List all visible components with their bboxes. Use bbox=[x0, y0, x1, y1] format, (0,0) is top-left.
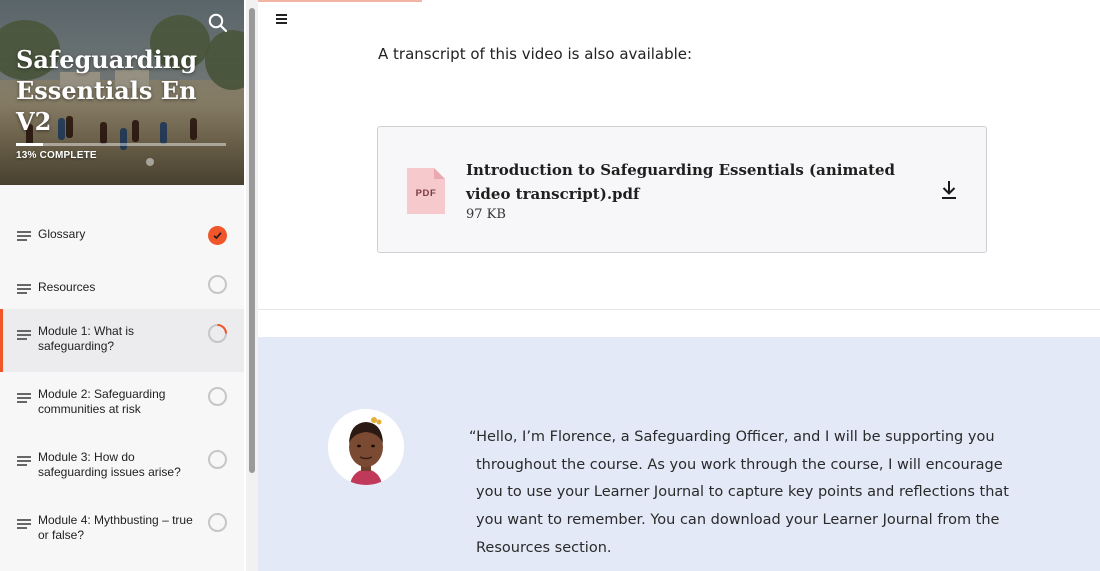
empty-circle-icon bbox=[208, 450, 227, 469]
attachment-card[interactable]: PDF Introduction to Safeguarding Essenti… bbox=[377, 126, 987, 253]
lesson-lines-icon bbox=[17, 393, 31, 403]
empty-circle-icon bbox=[208, 387, 227, 406]
course-progress-fill bbox=[16, 143, 44, 146]
sidebar-item-module-3[interactable]: Module 3: How do safeguarding issues ari… bbox=[0, 435, 244, 498]
download-icon bbox=[942, 181, 956, 199]
check-circle-icon bbox=[208, 226, 227, 245]
sidebar-item-label: Glossary bbox=[38, 227, 86, 241]
sidebar-item-module-2[interactable]: Module 2: Safeguarding communities at ri… bbox=[0, 372, 244, 435]
lesson-lines-icon bbox=[17, 456, 31, 466]
empty-circle-icon bbox=[208, 275, 227, 294]
florence-avatar-image bbox=[328, 409, 404, 485]
lesson-lines-icon bbox=[17, 231, 31, 241]
search-icon bbox=[208, 13, 228, 33]
character-quote-section: “Hello, I’m Florence, a Safeguarding Off… bbox=[258, 337, 1100, 571]
sidebar-item-resources[interactable]: Resources bbox=[0, 261, 244, 309]
course-title: Safeguarding Essentials En V2 bbox=[16, 45, 198, 136]
course-hero-image: Safeguarding Essentials En V2 13% COMPLE… bbox=[0, 0, 244, 185]
lesson-progress-bar bbox=[258, 0, 422, 2]
attachment-file-name: Introduction to Safeguarding Essentials … bbox=[466, 161, 896, 203]
sidebar-item-label: Module 1: What is safeguarding? bbox=[38, 324, 135, 353]
scrollbar-thumb[interactable] bbox=[249, 8, 255, 473]
sidebar-item-module-1[interactable]: Module 1: What is safeguarding? bbox=[0, 309, 244, 372]
avatar bbox=[328, 409, 404, 485]
lesson-list: Glossary Resources Module 1: What is saf… bbox=[0, 208, 244, 561]
lesson-content: A transcript of this video is also avail… bbox=[258, 0, 1100, 571]
course-progress-bar bbox=[16, 143, 226, 146]
sidebar-item-label: Module 4: Mythbusting – true or false? bbox=[38, 513, 193, 542]
pdf-badge: PDF bbox=[416, 188, 437, 199]
empty-circle-icon bbox=[208, 513, 227, 532]
attachment-file-size: 97 KB bbox=[466, 207, 506, 222]
sidebar-item-glossary[interactable]: Glossary bbox=[0, 208, 244, 261]
partial-circle-icon bbox=[208, 324, 227, 343]
sidebar-item-label: Module 3: How do safeguarding issues ari… bbox=[38, 450, 181, 479]
florence-quote-text: “Hello, I’m Florence, a Safeguarding Off… bbox=[469, 429, 1009, 556]
sidebar-item-label: Module 2: Safeguarding communities at ri… bbox=[38, 387, 166, 416]
sidebar-item-label: Resources bbox=[38, 280, 96, 294]
menu-button[interactable] bbox=[276, 13, 288, 25]
course-sidebar: Safeguarding Essentials En V2 13% COMPLE… bbox=[0, 0, 244, 571]
pdf-file-icon: PDF bbox=[407, 168, 445, 214]
sidebar-item-module-4[interactable]: Module 4: Mythbusting – true or false? bbox=[0, 498, 244, 561]
course-progress-label: 13% COMPLETE bbox=[16, 150, 97, 161]
lesson-lines-icon bbox=[17, 284, 31, 294]
download-button[interactable] bbox=[940, 180, 958, 200]
lesson-lines-icon bbox=[17, 330, 31, 340]
search-button[interactable] bbox=[207, 12, 229, 34]
section-divider bbox=[258, 309, 1100, 310]
lesson-lines-icon bbox=[17, 519, 31, 529]
sidebar-scrollbar[interactable] bbox=[246, 0, 258, 571]
transcript-intro-text: A transcript of this video is also avail… bbox=[378, 45, 693, 63]
